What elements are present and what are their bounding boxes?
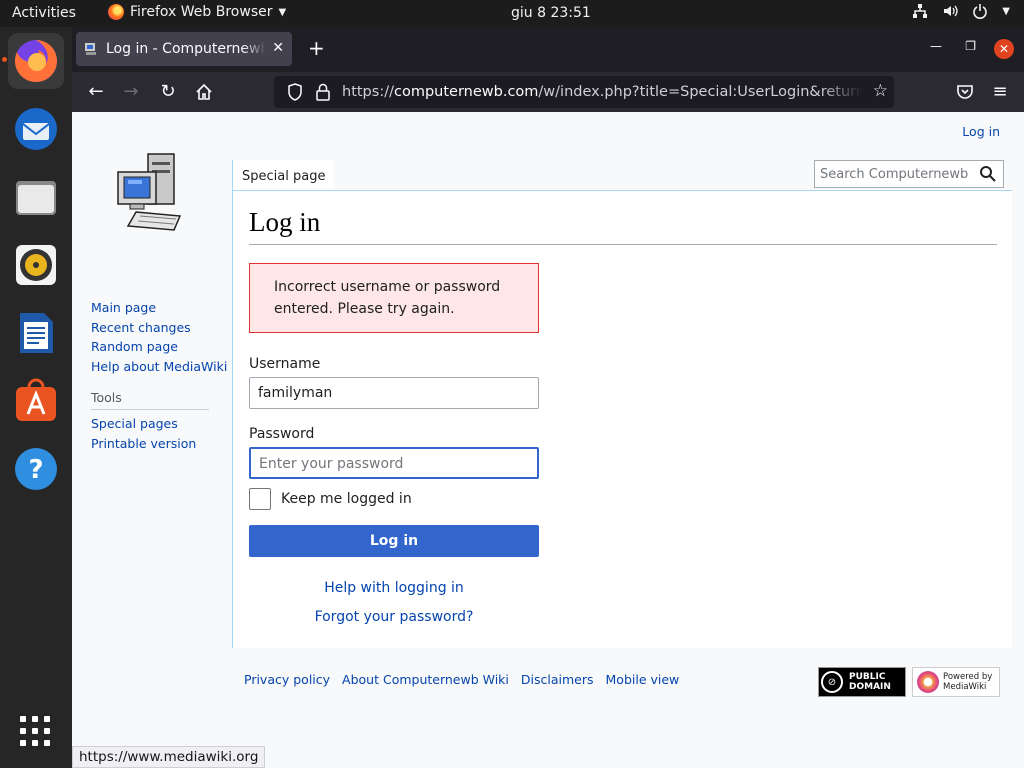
lock-icon[interactable] bbox=[314, 83, 332, 101]
svg-text:?: ? bbox=[28, 455, 43, 485]
mediawiki-flower-icon bbox=[917, 671, 939, 693]
running-indicator bbox=[2, 57, 7, 62]
reload-button[interactable]: ↻ bbox=[157, 81, 179, 102]
clock[interactable]: giu 8 23:51 bbox=[511, 5, 591, 21]
public-domain-badge[interactable]: ⊘ PUBLIC DOMAIN bbox=[818, 667, 906, 697]
dock-thunderbird[interactable] bbox=[8, 101, 64, 157]
sidebar-item-printable-version[interactable]: Printable version bbox=[91, 434, 227, 454]
footer-about-link[interactable]: About Computernewb Wiki bbox=[342, 672, 509, 687]
bookmark-star-icon[interactable]: ☆ bbox=[873, 81, 888, 101]
help-icon: ? bbox=[15, 448, 57, 490]
window-close-button[interactable]: ✕ bbox=[994, 39, 1014, 59]
dock-firefox[interactable] bbox=[2, 33, 64, 89]
top-bar: Activities Firefox Web Browser ▼ giu 8 2… bbox=[0, 0, 1024, 27]
tab-bar: Log in - Computernewb Wiki ✕ + — ❐ ✕ bbox=[72, 27, 1024, 72]
sidebar-item-recent-changes[interactable]: Recent changes bbox=[91, 318, 227, 338]
app-center-icon bbox=[16, 378, 56, 421]
thunderbird-icon bbox=[15, 108, 57, 150]
rhythmbox-icon bbox=[16, 245, 56, 285]
password-placeholder: Enter your password bbox=[259, 456, 404, 472]
sidebar-item-random-page[interactable]: Random page bbox=[91, 337, 227, 357]
footer-privacy-link[interactable]: Privacy policy bbox=[244, 672, 330, 687]
footer-mobile-view-link[interactable]: Mobile view bbox=[606, 672, 680, 687]
volume-icon bbox=[944, 5, 958, 17]
system-tray[interactable]: ▼ bbox=[912, 3, 1010, 19]
firefox-icon bbox=[14, 40, 57, 82]
url-domain: computernewb.com bbox=[393, 84, 539, 100]
username-field[interactable]: familyman bbox=[249, 377, 539, 409]
url-text: https://computernewb.com/w/index.php?tit… bbox=[342, 84, 862, 100]
help-logging-in-link[interactable]: Help with logging in bbox=[249, 580, 539, 596]
wiki-logo-computer-icon[interactable] bbox=[116, 150, 188, 234]
public-domain-icon: ⊘ bbox=[821, 671, 843, 693]
back-button[interactable]: ← bbox=[85, 81, 107, 102]
writer-icon bbox=[20, 313, 53, 353]
firefox-window: Log in - Computernewb Wiki ✕ + — ❐ ✕ ← →… bbox=[72, 27, 1024, 768]
footer-disclaimers-link[interactable]: Disclaimers bbox=[521, 672, 594, 687]
login-button[interactable]: Log in bbox=[249, 525, 539, 557]
tab-close-icon[interactable]: ✕ bbox=[272, 40, 284, 56]
keep-logged-in-label: Keep me logged in bbox=[281, 491, 412, 507]
pd-badge-line2: DOMAIN bbox=[849, 682, 891, 692]
sidebar: Main page Recent changes Random page Hel… bbox=[91, 298, 227, 453]
tab-login[interactable]: Log in - Computernewb Wiki ✕ bbox=[76, 32, 292, 66]
dock-help[interactable]: ? bbox=[8, 441, 64, 497]
error-message: Incorrect username or password entered. … bbox=[249, 263, 539, 333]
maximize-button[interactable]: ❐ bbox=[965, 39, 976, 53]
computer-favicon-icon bbox=[85, 43, 96, 55]
web-page: Log in Main page Recent changes Random p… bbox=[72, 112, 1024, 768]
tab-title: Log in - Computernewb Wiki bbox=[106, 41, 266, 57]
search-input[interactable]: Search Computernewb Wiki bbox=[814, 160, 1004, 188]
status-bar-url: https://www.mediawiki.org bbox=[72, 746, 266, 768]
powered-by-mediawiki-badge[interactable]: Powered by MediaWiki bbox=[912, 667, 1000, 697]
firefox-icon bbox=[108, 4, 124, 20]
sidebar-item-help[interactable]: Help about MediaWiki bbox=[91, 357, 227, 377]
mw-badge-line2: MediaWiki bbox=[943, 682, 987, 692]
network-icon bbox=[913, 4, 928, 18]
search-placeholder: Search Computernewb Wiki bbox=[820, 166, 970, 182]
show-apps-button[interactable] bbox=[20, 716, 50, 746]
tools-heading: Tools bbox=[91, 390, 209, 410]
chevron-down-icon: ▼ bbox=[278, 6, 287, 18]
nav-bar: ← → ↻ https://computernewb.com/w/index.p… bbox=[72, 72, 1024, 112]
password-label: Password bbox=[249, 426, 315, 442]
url-prefix: https:// bbox=[342, 84, 394, 100]
pocket-icon[interactable] bbox=[954, 83, 976, 101]
home-icon[interactable] bbox=[193, 83, 215, 101]
app-menu-label: Firefox Web Browser bbox=[130, 4, 273, 20]
hamburger-menu-icon[interactable]: ≡ bbox=[989, 81, 1011, 102]
activities-button[interactable]: Activities bbox=[12, 5, 76, 21]
new-tab-button[interactable]: + bbox=[308, 36, 325, 60]
username-label: Username bbox=[249, 356, 321, 372]
dock-files[interactable] bbox=[8, 169, 64, 225]
forgot-password-link[interactable]: Forgot your password? bbox=[249, 609, 539, 625]
content-area: Log in Incorrect username or password en… bbox=[232, 190, 1012, 648]
password-field[interactable]: Enter your password bbox=[249, 447, 539, 479]
tracking-protection-shield-icon[interactable] bbox=[286, 83, 304, 101]
search-icon[interactable] bbox=[979, 165, 997, 183]
dock-app-center[interactable] bbox=[8, 373, 64, 429]
files-icon bbox=[16, 181, 56, 215]
chevron-down-icon: ▼ bbox=[1002, 5, 1010, 17]
keep-logged-in-checkbox[interactable]: Keep me logged in bbox=[249, 488, 412, 510]
sidebar-item-main-page[interactable]: Main page bbox=[91, 298, 227, 318]
url-bar[interactable]: https://computernewb.com/w/index.php?tit… bbox=[274, 76, 894, 108]
dock-rhythmbox[interactable] bbox=[8, 237, 64, 293]
page-title: Log in bbox=[249, 207, 997, 245]
power-icon bbox=[973, 4, 988, 19]
mw-badge-line1: Powered by bbox=[943, 672, 993, 682]
sidebar-item-special-pages[interactable]: Special pages bbox=[91, 414, 227, 434]
dock: ? bbox=[0, 27, 72, 768]
header-login-link[interactable]: Log in bbox=[962, 124, 1000, 139]
forward-button[interactable]: → bbox=[120, 81, 142, 102]
checkbox-box[interactable] bbox=[249, 488, 271, 510]
pd-badge-line1: PUBLIC bbox=[849, 672, 886, 682]
dock-writer[interactable] bbox=[8, 305, 64, 361]
app-menu[interactable]: Firefox Web Browser ▼ bbox=[108, 4, 286, 20]
footer-links: Privacy policy About Computernewb Wiki D… bbox=[244, 672, 679, 687]
tab-special-page[interactable]: Special page bbox=[232, 160, 335, 190]
minimize-button[interactable]: — bbox=[930, 39, 942, 53]
url-path: /w/index.php?title=Special:UserLogin&ret… bbox=[538, 84, 862, 100]
